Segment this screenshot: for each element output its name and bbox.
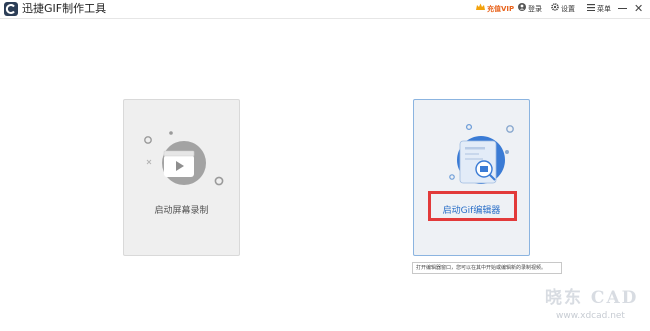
highlight-annotation-box	[428, 191, 517, 221]
vip-label: 充值VIP	[487, 5, 515, 13]
user-icon	[518, 3, 526, 15]
video-camera-illustration-icon	[144, 131, 224, 186]
menu-button[interactable]: 菜单	[587, 3, 611, 15]
app-title: 迅捷GIF制作工具	[22, 2, 107, 15]
close-icon[interactable]: ✕	[634, 3, 643, 15]
title-bar: 迅捷GIF制作工具 充值VIP 登录 设置 菜单 ✕	[0, 0, 650, 19]
menu-label: 菜单	[597, 5, 611, 13]
recharge-vip-button[interactable]: 充值VIP	[476, 3, 514, 15]
watermark-logo: 晓东 CAD	[545, 288, 639, 308]
settings-label: 设置	[561, 5, 575, 13]
start-screen-recording-card[interactable]: 启动屏幕录制	[123, 99, 240, 256]
document-editor-illustration-icon	[449, 123, 514, 184]
gear-icon	[551, 3, 559, 15]
vip-crown-icon	[476, 3, 485, 15]
app-logo-icon	[4, 2, 18, 16]
hamburger-icon	[587, 3, 595, 15]
settings-button[interactable]: 设置	[551, 3, 575, 15]
start-gif-editor-card[interactable]: 启动Gif编辑器	[413, 99, 530, 256]
start-screen-recording-label: 启动屏幕录制	[154, 206, 209, 216]
login-button[interactable]: 登录	[518, 3, 542, 15]
watermark-url: www.xdcad.net	[556, 311, 625, 321]
minimize-icon[interactable]	[618, 8, 627, 9]
editor-tooltip: 打开编辑器窗口，您可以在其中开始或编辑新的录制视频。	[412, 262, 562, 274]
login-label: 登录	[528, 5, 542, 13]
